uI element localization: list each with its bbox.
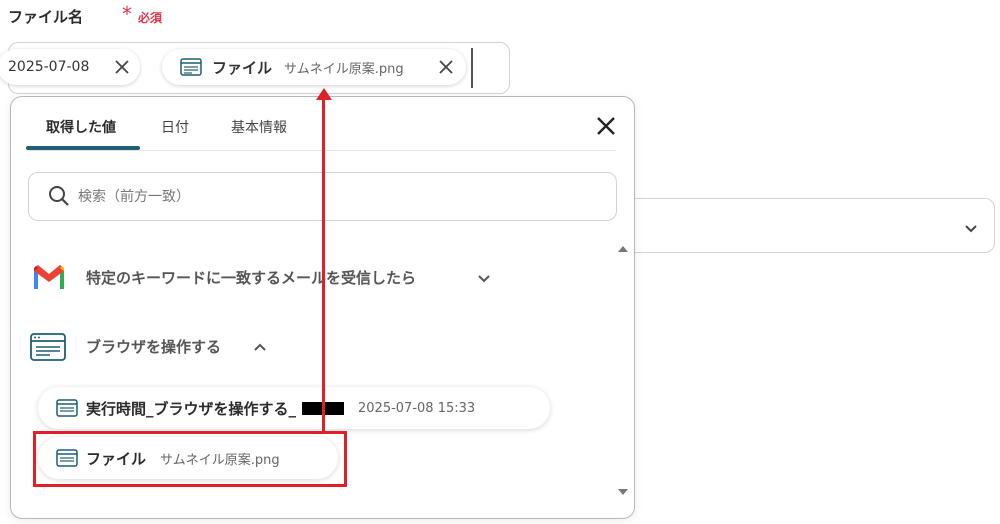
gmail-icon — [34, 265, 64, 289]
close-icon[interactable] — [438, 59, 454, 75]
browser-window-icon — [180, 58, 202, 76]
annotation-arrow-head — [316, 88, 332, 100]
scroll-down-arrow[interactable] — [618, 489, 628, 495]
tab-divider — [26, 150, 616, 151]
group-title-gmail-trigger[interactable]: 特定のキーワードに一致するメールを受信したら — [86, 267, 416, 288]
item-value: 2025-07-08 15:33 — [358, 400, 476, 416]
annotation-arrow-line — [322, 96, 325, 431]
chip-file[interactable]: ファイル サムネイル原案.png — [162, 49, 466, 85]
search-input[interactable] — [76, 184, 600, 210]
tab-basic-info[interactable]: 基本情報 — [231, 117, 287, 137]
required-label: 必須 — [138, 11, 163, 25]
close-icon[interactable] — [114, 59, 130, 75]
browser-window-icon — [56, 399, 78, 417]
chip-file-sublabel: サムネイル原案.png — [284, 61, 404, 77]
chip-file-label: ファイル — [212, 58, 273, 77]
chevron-down-icon[interactable] — [476, 271, 492, 287]
tab-acquired-values[interactable]: 取得した値 — [46, 117, 116, 137]
close-popup-icon[interactable] — [594, 114, 618, 138]
list-item-execution-time[interactable]: 実行時間_ブラウザを操作する_ 2025-07-08 15:33 — [38, 387, 550, 429]
chip-date[interactable]: 2025-07-08 — [0, 49, 140, 85]
background-select[interactable] — [600, 198, 995, 253]
chevron-up-icon[interactable] — [252, 339, 268, 355]
browser-window-icon — [30, 333, 66, 361]
item-label: 実行時間_ブラウザを操作する_ — [86, 399, 297, 418]
annotation-highlight-box — [33, 431, 347, 487]
search-icon — [49, 186, 69, 206]
field-label: ファイル名 — [8, 8, 84, 26]
text-caret — [471, 48, 473, 88]
required-asterisk: * — [122, 2, 132, 26]
group-title-browser-operation[interactable]: ブラウザを操作する — [86, 336, 221, 357]
tab-date[interactable]: 日付 — [161, 117, 189, 137]
chip-date-label: 2025-07-08 — [8, 59, 90, 75]
scroll-up-arrow[interactable] — [618, 246, 628, 252]
chevron-down-icon[interactable] — [962, 220, 980, 238]
